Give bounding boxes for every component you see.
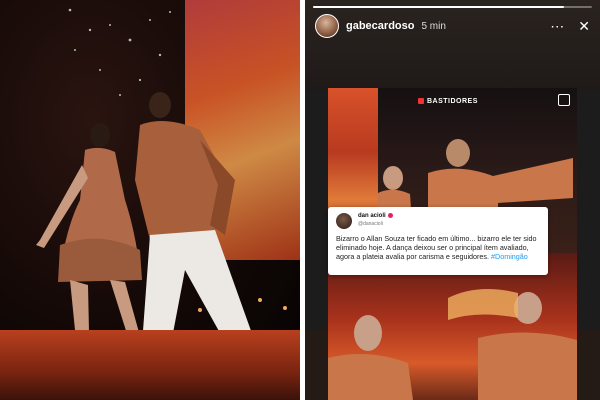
story-header-actions: ⋯ ✕ [550, 19, 590, 33]
tweet-author-name-text: dan acioli [358, 213, 386, 220]
carousel-icon [558, 94, 570, 106]
stage-floor [0, 330, 300, 400]
screenshot: gabecardoso 5 min ⋯ ✕ BASTIDORES dan aci… [0, 0, 600, 400]
tweet-handle: @danacioli [358, 221, 383, 227]
username[interactable]: gabecardoso [346, 20, 414, 32]
dance-photo [0, 0, 300, 400]
tag-logo-icon [418, 98, 424, 105]
instagram-story: gabecardoso 5 min ⋯ ✕ BASTIDORES [305, 0, 600, 400]
tweet-author-name: dan acioli [358, 213, 393, 219]
tweet-card[interactable]: dan acioli @danacioli Bizarro o Allan So… [328, 207, 548, 275]
close-icon[interactable]: ✕ [578, 19, 590, 33]
story-progress-bar [313, 6, 592, 8]
post-source-tag: BASTIDORES [418, 98, 478, 105]
story-header: gabecardoso 5 min ⋯ ✕ [315, 14, 590, 38]
tweet-hashtag[interactable]: #Domingão [491, 252, 528, 261]
post-tag-label: BASTIDORES [427, 98, 478, 105]
tweet-avatar [336, 213, 352, 229]
verified-icon [387, 213, 393, 218]
avatar[interactable] [315, 14, 339, 38]
tweet-body: Bizarro o Allan Souza ter ficado em últi… [336, 234, 541, 261]
more-icon[interactable]: ⋯ [550, 19, 564, 33]
story-progress-fill [313, 6, 565, 8]
story-timestamp: 5 min [421, 20, 446, 32]
